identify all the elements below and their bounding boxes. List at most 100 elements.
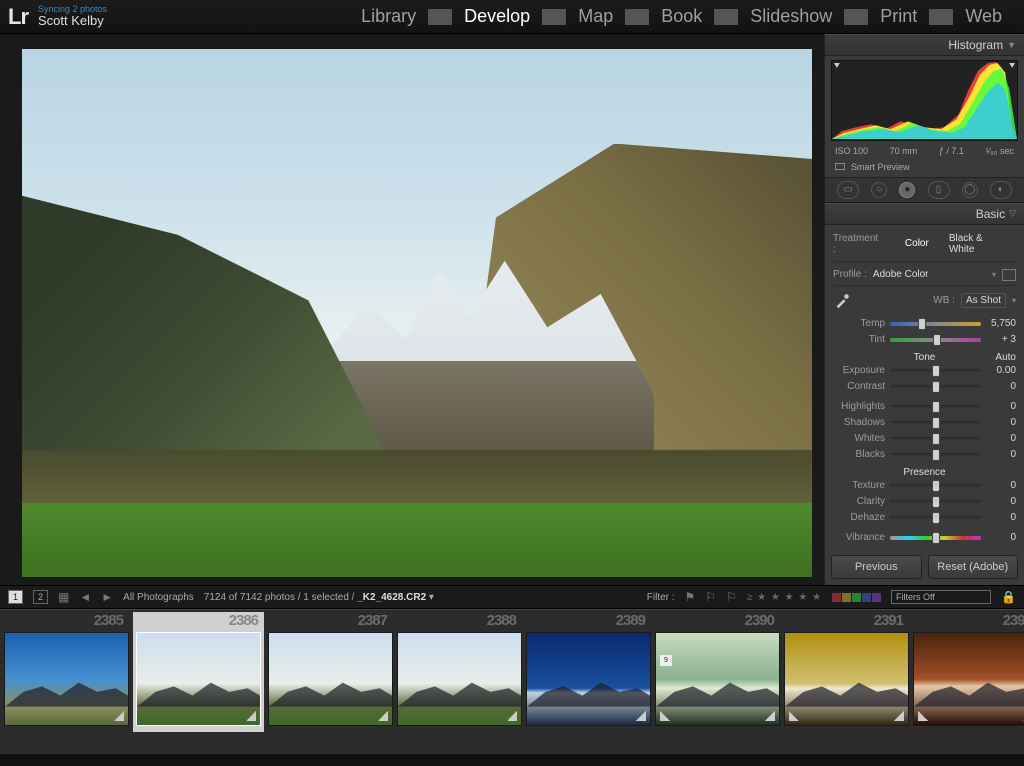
slider-track-exposure[interactable] [890,369,981,373]
thumbnail-2391[interactable]: 2391 [784,612,909,726]
tone-section-label: ToneAuto [833,352,1016,363]
slider-dehaze[interactable]: Dehaze 0 [833,510,1016,526]
treatment-bw[interactable]: Black & White [943,231,1016,257]
thumbnail-2389[interactable]: 2389 [526,612,651,726]
slider-track-blacks[interactable] [890,453,981,457]
module-print[interactable]: Print [868,6,929,27]
slider-track-contrast[interactable] [890,385,981,389]
topbar: Lr Syncing 2 photos Scott Kelby LibraryD… [0,0,1024,34]
metadata-badge-icon [378,711,388,721]
brush-tool[interactable]: ◐ [990,181,1012,199]
crop-tool: ▭ [837,181,859,199]
source-label[interactable]: All Photographs [123,592,194,603]
module-library[interactable]: Library [349,6,428,27]
slider-tint[interactable]: Tint + 3 [833,332,1016,348]
slider-temp[interactable]: Temp 5,750 [833,316,1016,332]
thumb-index: 2391 [874,612,903,629]
thumbnail-2388[interactable]: 2388 [397,612,522,726]
slider-track-tint[interactable] [890,338,981,342]
flag-rejected-icon[interactable]: ⚐ [726,590,737,604]
histogram-graph[interactable] [831,60,1018,141]
module-develop[interactable]: Develop [452,6,542,27]
slider-exposure[interactable]: Exposure 0.00 [833,363,1016,379]
metadata-badge-icon [765,711,775,721]
filter-lock-icon[interactable]: 🔒 [1001,590,1016,604]
previous-button[interactable]: Previous [831,555,922,579]
slider-track-dehaze[interactable] [890,516,981,520]
back-icon[interactable]: ◄ [79,590,91,604]
slider-highlights[interactable]: Highlights 0 [833,399,1016,415]
thumbnail-2386[interactable]: 2386 [133,612,264,732]
main-window-button[interactable]: 1 [8,590,23,604]
redeye-tool[interactable]: ● [899,182,915,198]
flag-picked-icon[interactable]: ⚑ [685,590,696,604]
auto-button[interactable]: Auto [995,352,1016,363]
slider-track-whites[interactable] [890,437,981,441]
smart-preview-icon [835,163,845,170]
develop-badge-icon [789,711,799,721]
histogram-header[interactable]: Histogram▼ [825,34,1024,56]
slider-track-vibrance[interactable] [890,536,981,540]
metadata-badge-icon [894,711,904,721]
thumb-index: 2389 [616,612,645,629]
thumbnail-2385[interactable]: 2385 [4,612,129,726]
reset-button[interactable]: Reset (Adobe) [928,555,1019,579]
filter-preset-select[interactable]: Filters Off [891,590,991,604]
wb-select[interactable]: As Shot [961,293,1006,308]
slider-blacks[interactable]: Blacks 0 [833,447,1016,463]
module-web[interactable]: Web [953,6,1014,27]
profile-label: Profile : [833,269,867,280]
thumbnail-2390[interactable]: 2390 9 [655,612,780,726]
fwd-icon[interactable]: ► [101,590,113,604]
slider-clarity[interactable]: Clarity 0 [833,494,1016,510]
slider-contrast[interactable]: Contrast 0 [833,379,1016,395]
thumb-index: 2385 [94,612,123,629]
second-window-button[interactable]: 2 [33,590,48,604]
photo-canvas[interactable] [22,49,812,577]
profile-select[interactable]: Adobe Color [873,269,986,280]
module-map[interactable]: Map [566,6,625,27]
thumb-index: 2387 [358,612,387,629]
metadata-badge-icon [246,711,256,721]
slider-track-temp[interactable] [890,322,981,326]
slider-whites[interactable]: Whites 0 [833,431,1016,447]
loupe-view[interactable] [0,34,824,585]
grad-tool[interactable]: ▯ [928,181,950,199]
slider-track-shadows[interactable] [890,421,981,425]
identity-block: Syncing 2 photos Scott Kelby [38,5,107,28]
wb-eyedropper-icon[interactable] [833,292,851,310]
action-buttons: Previous Reset (Adobe) [825,549,1024,585]
grid-icon[interactable]: ▦ [58,590,69,604]
wb-label: WB : [933,295,955,306]
profile-row: Profile : Adobe Color ▾ [833,265,1016,286]
metadata-badge-icon [507,711,517,721]
thumbnail-2392[interactable]: 2392 [913,612,1024,726]
slider-shadows[interactable]: Shadows 0 [833,415,1016,431]
rating-filter[interactable]: ≥ ★ ★ ★ ★ ★ [747,592,822,603]
color-label-filter[interactable] [832,593,881,602]
module-book[interactable]: Book [649,6,714,27]
radial-tool[interactable]: ◯ [962,182,978,198]
thumb-index: 2392 [1003,612,1024,629]
slider-vibrance[interactable]: Vibrance 0 [833,530,1016,546]
presence-section-label: Presence [833,467,1016,478]
filter-label: Filter : [647,592,675,603]
flag-unflagged-icon[interactable]: ⚐ [705,590,716,604]
smart-preview-indicator[interactable]: Smart Preview [825,159,1024,177]
slider-texture[interactable]: Texture 0 [833,478,1016,494]
slider-track-texture[interactable] [890,484,981,488]
slider-track-clarity[interactable] [890,500,981,504]
metadata-badge-icon [114,711,124,721]
basic-header[interactable]: Basic▽ [825,203,1024,225]
slider-track-highlights[interactable] [890,405,981,409]
module-slideshow[interactable]: Slideshow [738,6,844,27]
profile-browser-icon[interactable] [1002,269,1016,281]
spot-tool[interactable]: ○ [871,182,887,198]
module-picker: Library Develop Map Book Slideshow Print Web [349,6,1014,27]
thumb-index: 2386 [229,612,258,629]
thumbnail-2387[interactable]: 2387 [268,612,393,726]
treatment-color[interactable]: Color [899,236,935,251]
local-tools-strip: ▭ ○ ● ▯ ◯ ◐ [825,177,1024,203]
filmstrip[interactable]: 2385 2386 2387 2388 2389 2390 9 [0,609,1024,754]
treatment-row: Treatment : Color Black & White [833,229,1016,262]
